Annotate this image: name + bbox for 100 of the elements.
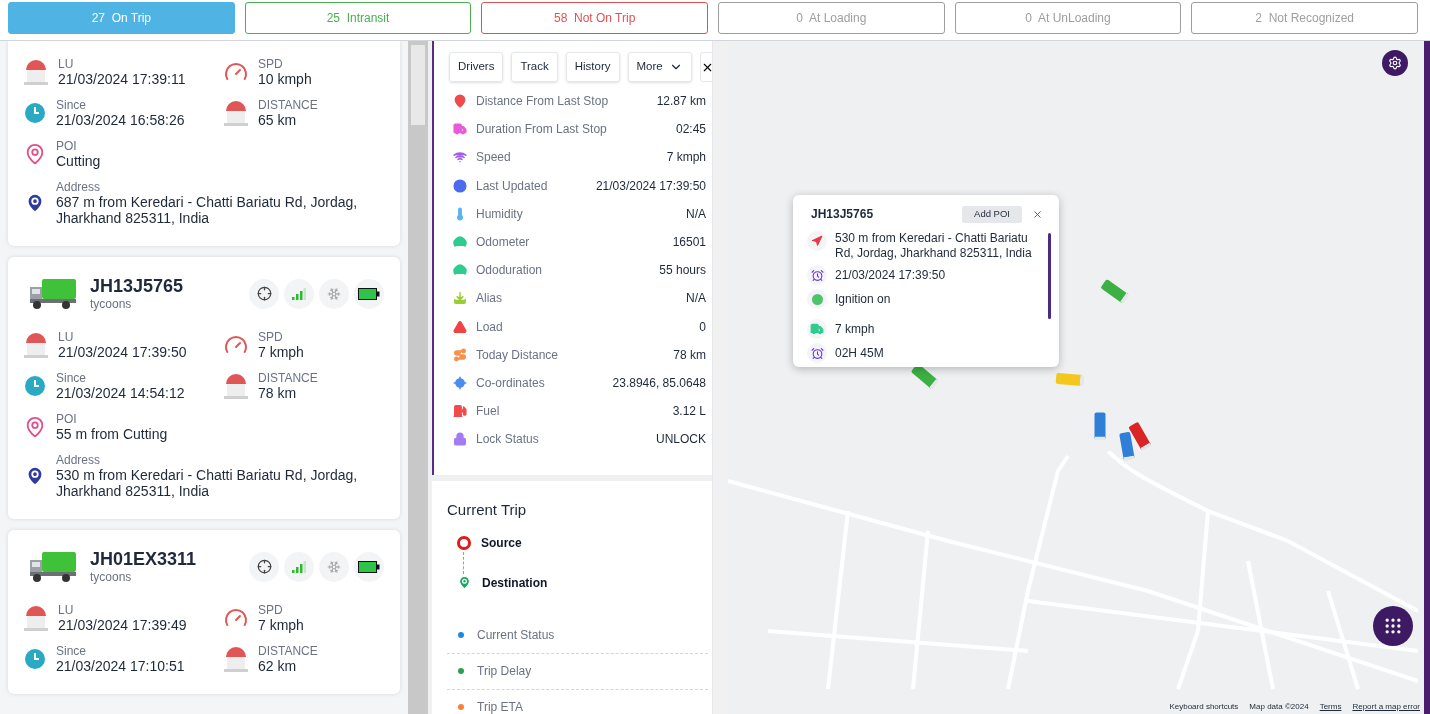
metric-label: Since [56, 371, 88, 385]
detail-label: Distance From Last Stop [476, 93, 609, 111]
popup-text: 21/03/2024 17:39:50 [835, 267, 946, 283]
battery-icon[interactable] [354, 278, 384, 309]
truck-drawing [28, 276, 78, 311]
settings-button[interactable] [1382, 50, 1408, 76]
vehicle-number: JH01EX3311 [90, 548, 197, 570]
detail-value: 3.12 L [672, 403, 706, 421]
vehicle-card[interactable]: LU 21/03/2024 17:39:11 SPD 10 kmph Since 21/03/2024 16:58:26 DISTANCE 65 km POI Cutting Address 687 m from Keredari - Chatti Bariatu Rd, Jordag, Jharkhand 825311, India [8, 41, 400, 246]
map-link[interactable]: Report a map error [1352, 701, 1420, 713]
map-link[interactable]: Terms [1319, 701, 1342, 713]
metric-value: 7 kmph [258, 344, 304, 360]
metric-label: Since [56, 644, 88, 658]
truck-marker[interactable] [1094, 412, 1106, 441]
trip-status-label: Trip Delay [477, 663, 532, 681]
popup-text: 530 m from Keredari - Chatti Bariatu Rd, Jordag, Jharkhand 825311, India [835, 231, 1033, 261]
signal-icon[interactable] [284, 551, 314, 582]
detail-label: Today Distance [476, 346, 559, 364]
detail-label: Co-ordinates [476, 374, 545, 392]
action-button[interactable]: Drivers [449, 52, 504, 82]
metric-label: SPD [258, 603, 284, 617]
alarm-clock-icon [807, 343, 827, 363]
milestone-icon [24, 604, 48, 632]
add-poi-button[interactable]: Add POI [962, 205, 1022, 223]
metric-label: SPD [258, 57, 284, 71]
grid-icon [1383, 616, 1403, 636]
detail-value: 02:45 [675, 121, 706, 139]
scrollbar[interactable] [712, 41, 728, 714]
milestone-icon [224, 99, 248, 127]
metric-label: LU [58, 57, 75, 71]
close-icon [1032, 208, 1043, 220]
truck-icon [807, 319, 827, 339]
truck-marker[interactable] [1055, 372, 1085, 387]
scrollbar[interactable] [408, 41, 428, 714]
detail-value: 7 kmph [666, 149, 706, 167]
metric-value: 21/03/2024 17:39:49 [58, 617, 187, 633]
trip-status-label: Current Status [477, 626, 555, 644]
metric-value: 530 m from Keredari - Chatti Bariatu Rd, Jordag, Jharkhand 825311, India [56, 467, 359, 499]
detail-value: 21/03/2024 17:39:50 [595, 177, 706, 195]
trip-title: Current Trip [447, 500, 528, 521]
milestone-icon [224, 645, 248, 673]
map-attribution: Keyboard shortcuts [1169, 701, 1239, 713]
popup-text: Ignition on [835, 291, 891, 307]
alarm-clock-icon [807, 265, 827, 285]
detail-label: Humidity [476, 205, 523, 223]
signal-icon[interactable] [284, 278, 314, 309]
metric-value: 65 km [258, 112, 298, 128]
popup-text: 02H 45M [835, 345, 884, 361]
metric-label: POI [56, 139, 78, 153]
crosshair-icon[interactable] [249, 551, 279, 582]
metric-value: 21/03/2024 17:39:50 [58, 344, 187, 360]
truck-drawing [28, 549, 78, 584]
source-label: Source [481, 534, 522, 552]
detail-label: Duration From Last Stop [476, 121, 607, 139]
snowflake-icon[interactable] [319, 551, 349, 582]
action-button[interactable]: Track [511, 52, 558, 82]
battery-icon[interactable] [354, 551, 384, 582]
metric-value: 21/03/2024 14:54:12 [56, 385, 185, 401]
detail-label: Last Updated [476, 177, 548, 195]
metric-value: 7 kmph [258, 617, 304, 633]
vehicle-group: tycoons [90, 570, 197, 585]
snowflake-icon[interactable] [319, 278, 349, 309]
settings-icon [1388, 56, 1402, 70]
metric-label: DISTANCE [258, 371, 318, 385]
detail-label: Speed [476, 149, 511, 167]
metric-value: 55 m from Cutting [56, 426, 168, 442]
metric-label: SPD [258, 330, 284, 344]
clock-icon [24, 375, 46, 397]
detail-value: 16501 [672, 234, 706, 252]
trip-status-label: Trip ETA [477, 699, 523, 714]
detail-value: 55 hours [659, 262, 706, 280]
metric-value: 62 km [258, 658, 298, 674]
metric-value: 21/03/2024 17:39:11 [58, 71, 186, 87]
vehicle-card[interactable]: JH13J5765 tycoons LU 21/03/2024 17:39:50 SPD 7 kmph Since 21/03/2024 14:54:12 DISTANCE 78 km POI 55 m from Cutting Address 530 m from Keredari - Chatti Bariatu Rd, Jordag, Jharkhand 825311, India [8, 257, 400, 519]
detail-value: 12.87 km [656, 93, 706, 111]
scrollbar[interactable] [1048, 233, 1051, 319]
metric-value: Cutting [56, 153, 101, 169]
detail-value: N/A [686, 290, 706, 308]
vehicle-group: tycoons [90, 297, 184, 312]
detail-value: 23.8946, 85.0648 [612, 374, 706, 392]
crosshair-icon[interactable] [249, 278, 279, 309]
action-button[interactable]: History [565, 52, 620, 82]
apps-grid-button[interactable] [1373, 606, 1413, 646]
metric-label: Since [56, 98, 88, 112]
metric-label: LU [58, 330, 75, 344]
navigation-icon [807, 231, 827, 251]
detail-value: 78 km [673, 346, 706, 364]
metric-value: 21/03/2024 16:58:26 [56, 112, 185, 128]
clock-icon [24, 102, 46, 124]
vehicle-card[interactable]: JH01EX3311 tycoons LU 21/03/2024 17:39:49 SPD 7 kmph Since 21/03/2024 17:10:51 DISTANCE 62 km [8, 530, 400, 694]
more-dropdown[interactable]: More [627, 52, 692, 82]
metric-label: DISTANCE [258, 98, 318, 112]
metric-label: Address [56, 180, 102, 194]
detail-value: UNLOCK [656, 431, 706, 449]
detail-value: N/A [686, 205, 706, 223]
milestone-icon [24, 58, 48, 86]
map-attribution: Map data ©2024 [1249, 701, 1309, 713]
status-tab[interactable]: 58 Not On Trip [481, 2, 708, 34]
popup-text: 7 kmph [835, 321, 875, 337]
metric-value: 78 km [258, 385, 298, 401]
